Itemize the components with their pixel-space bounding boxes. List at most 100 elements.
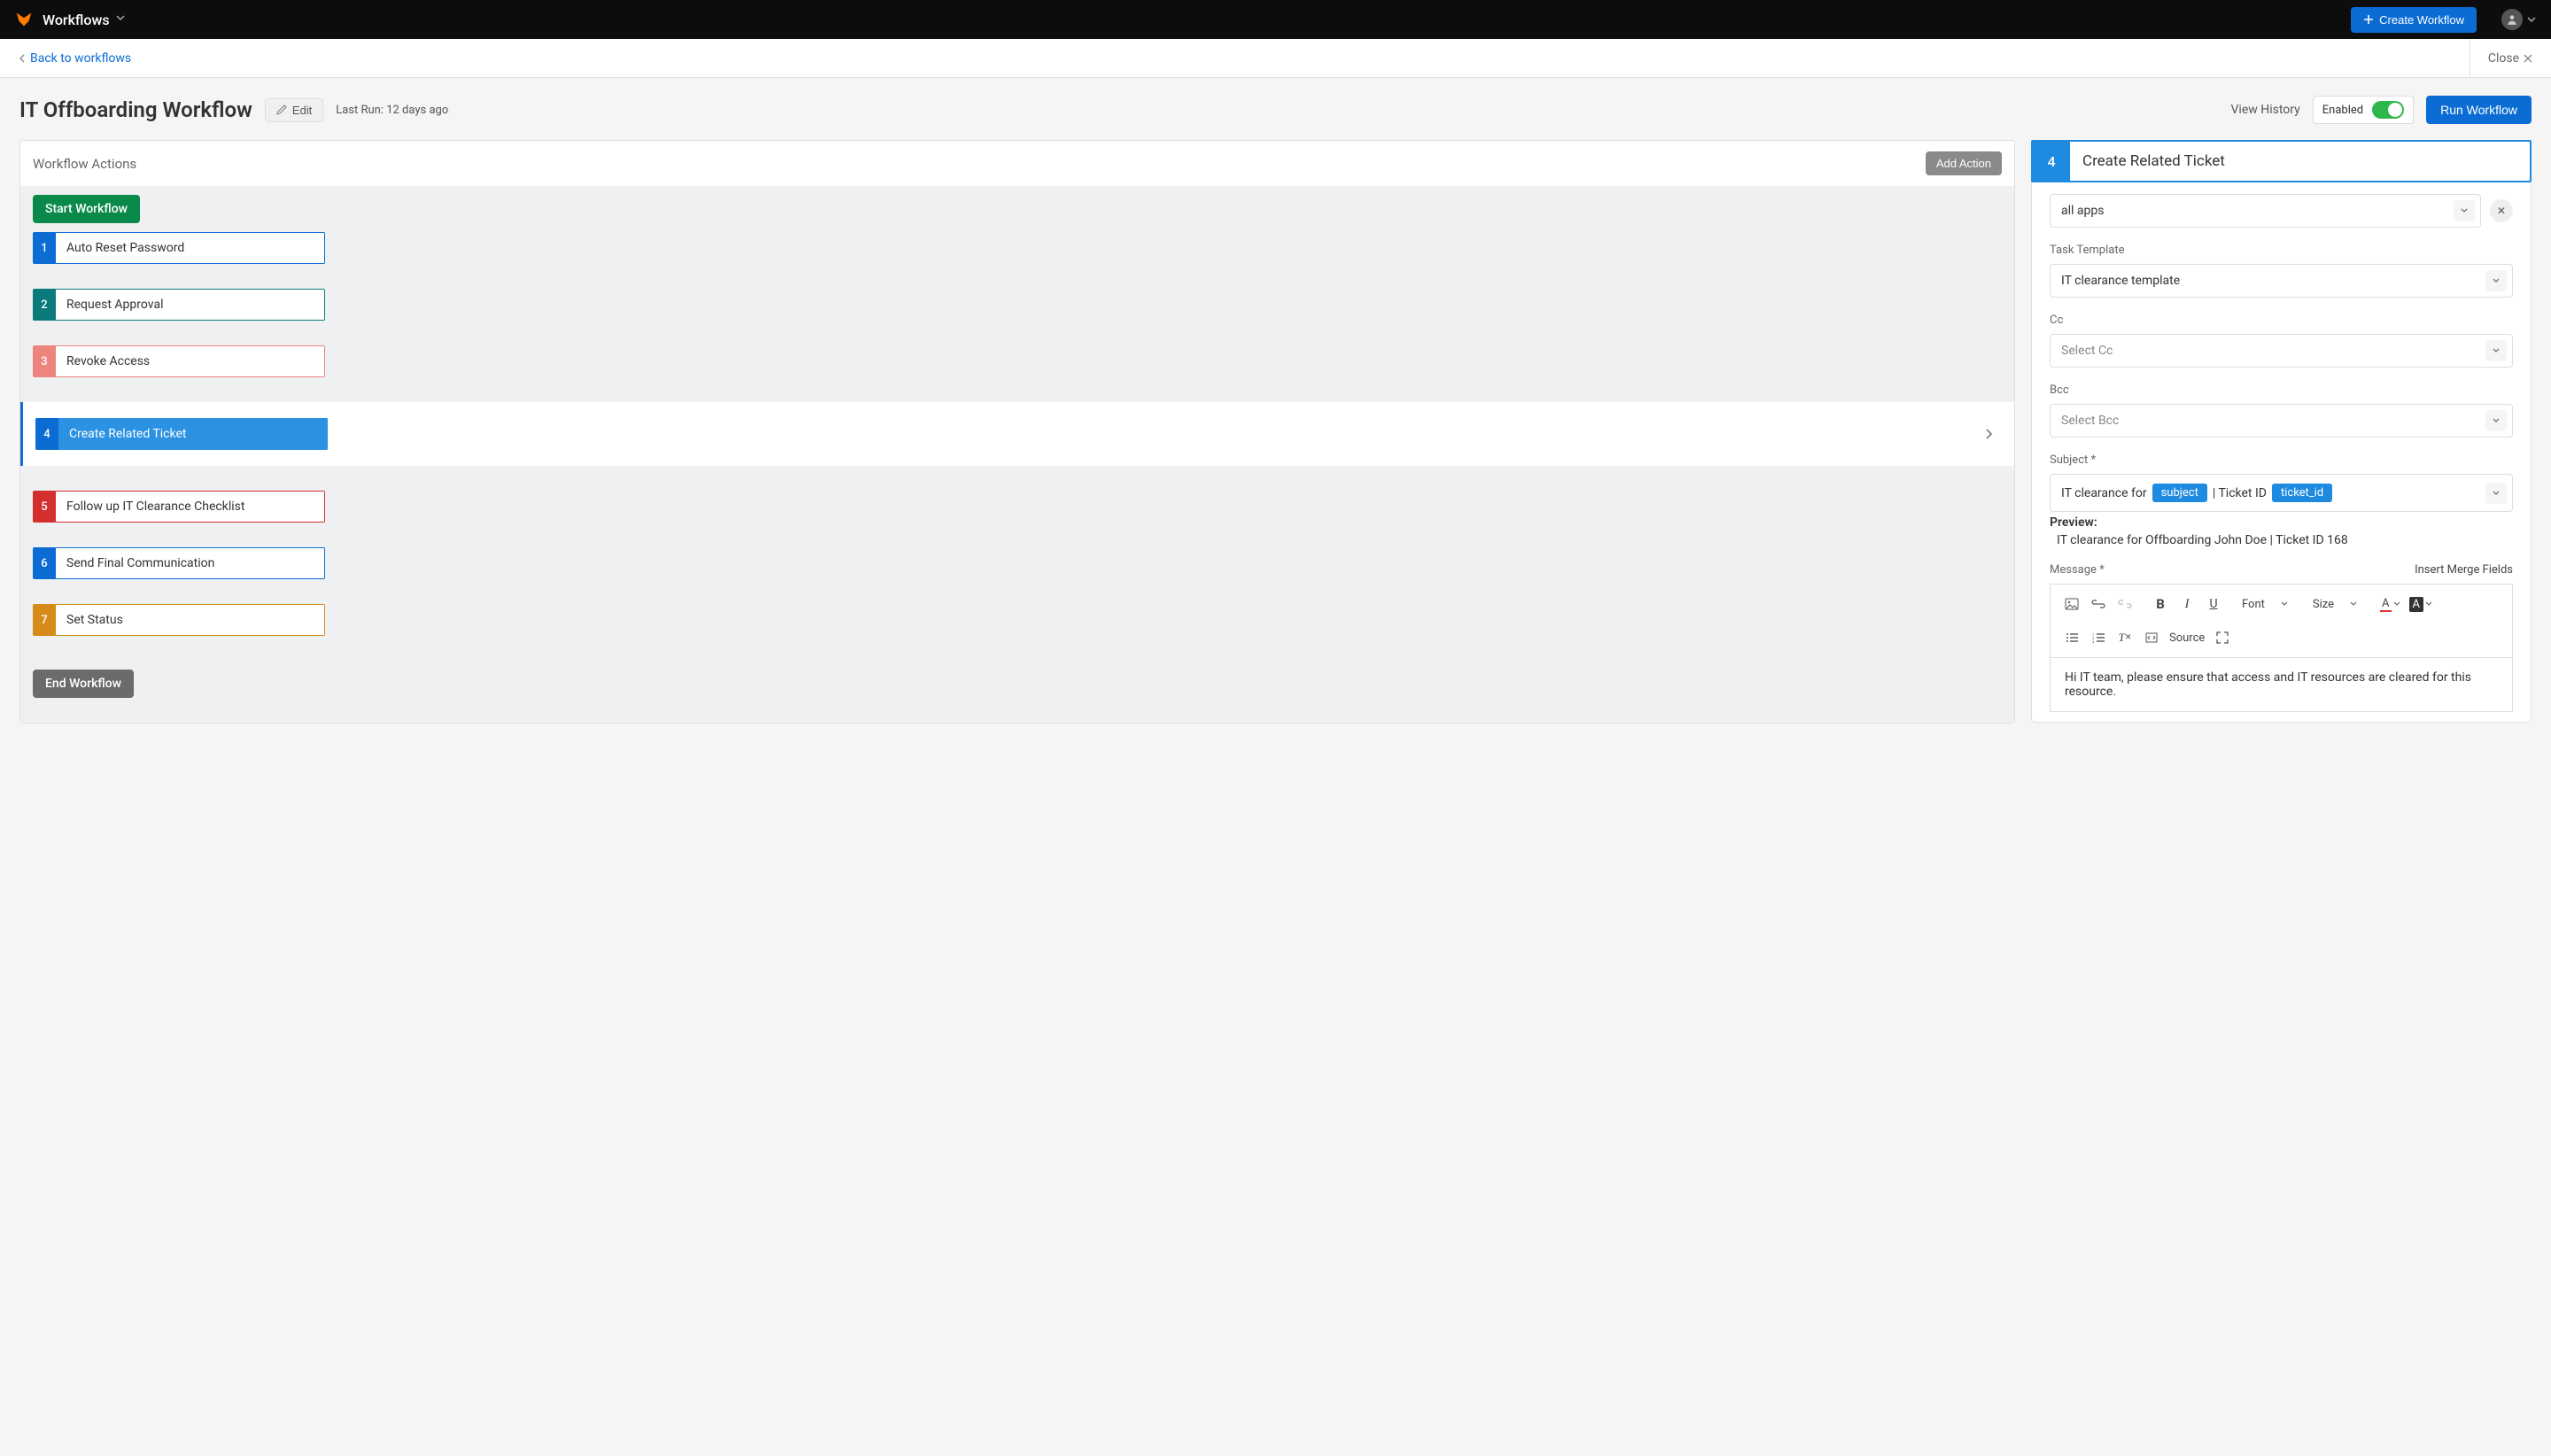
subject-text-mid: | Ticket ID — [2213, 486, 2267, 500]
page-title: IT Offboarding Workflow — [19, 97, 252, 122]
link-icon[interactable] — [2086, 592, 2111, 616]
task-template-select[interactable]: IT clearance template — [2050, 264, 2513, 298]
action-number: 2 — [33, 289, 56, 321]
subject-text-prefix: IT clearance for — [2061, 486, 2147, 500]
add-action-button[interactable]: Add Action — [1926, 151, 2002, 175]
subject-input[interactable]: IT clearance for subject | Ticket ID tic… — [2050, 474, 2513, 512]
workflow-actions-title: Workflow Actions — [33, 156, 136, 172]
chevron-down-icon — [2454, 200, 2475, 221]
cc-placeholder: Select Cc — [2061, 344, 2113, 358]
apps-select[interactable]: all apps — [2050, 194, 2481, 228]
close-button[interactable]: Close — [2470, 39, 2533, 77]
run-workflow-button[interactable]: Run Workflow — [2426, 96, 2532, 124]
end-workflow-node[interactable]: End Workflow — [33, 670, 134, 698]
message-editor[interactable]: Hi IT team, please ensure that access an… — [2050, 657, 2513, 712]
action-number: 7 — [33, 604, 56, 636]
action-label: Follow up IT Clearance Checklist — [56, 491, 325, 523]
cc-label: Cc — [2050, 314, 2513, 327]
action-number: 5 — [33, 491, 56, 523]
plus-icon — [2363, 14, 2374, 25]
action-node-5[interactable]: 5 Follow up IT Clearance Checklist — [33, 491, 325, 523]
underline-icon[interactable]: U — [2201, 592, 2226, 616]
subject-label: Subject * — [2050, 453, 2513, 467]
merge-chip-subject[interactable]: subject — [2152, 484, 2207, 502]
preview-label: Preview: — [2050, 515, 2513, 530]
task-template-label: Task Template — [2050, 244, 2513, 257]
message-body-text: Hi IT team, please ensure that access an… — [2065, 670, 2471, 699]
app-switcher-chevron-icon[interactable] — [115, 12, 126, 27]
enabled-toggle[interactable] — [2372, 101, 2404, 119]
action-node-4-selected[interactable]: 4 Create Related Ticket — [20, 402, 2014, 466]
back-label: Back to workflows — [30, 51, 131, 66]
action-number: 3 — [33, 345, 56, 377]
workflow-actions-panel: Workflow Actions Add Action Start Workfl… — [19, 140, 2015, 724]
cc-select[interactable]: Select Cc — [2050, 334, 2513, 368]
back-to-workflows-link[interactable]: Back to workflows — [18, 51, 131, 66]
create-workflow-button[interactable]: Create Workflow — [2351, 7, 2477, 33]
maximize-icon[interactable] — [2210, 625, 2235, 650]
last-run-text: Last Run: 12 days ago — [336, 104, 448, 117]
app-logo-icon — [14, 10, 34, 29]
chevron-down-icon — [2485, 483, 2507, 504]
action-node-3[interactable]: 3 Revoke Access — [33, 345, 325, 377]
action-node-7[interactable]: 7 Set Status — [33, 604, 325, 636]
close-icon — [2523, 53, 2533, 64]
size-caret-icon[interactable] — [2341, 592, 2366, 616]
close-label: Close — [2488, 51, 2519, 66]
view-history-link[interactable]: View History — [2231, 103, 2300, 117]
font-select[interactable]: Font — [2237, 592, 2270, 616]
message-label: Message * — [2050, 563, 2105, 577]
size-select[interactable]: Size — [2307, 592, 2339, 616]
merge-chip-ticket-id[interactable]: ticket_id — [2272, 484, 2332, 502]
text-color-icon[interactable]: A — [2377, 592, 2403, 616]
edit-button[interactable]: Edit — [265, 98, 323, 122]
unlink-icon[interactable] — [2113, 592, 2137, 616]
chevron-left-icon — [18, 53, 27, 64]
font-caret-icon[interactable] — [2272, 592, 2297, 616]
action-node-2[interactable]: 2 Request Approval — [33, 289, 325, 321]
action-label: Send Final Communication — [56, 547, 325, 579]
detail-action-title: Create Related Ticket — [2070, 142, 2530, 181]
app-switcher-title[interactable]: Workflows — [43, 12, 110, 28]
action-number: 1 — [33, 232, 56, 264]
image-icon[interactable] — [2059, 592, 2084, 616]
source-label[interactable]: Source — [2166, 625, 2208, 650]
action-node-6[interactable]: 6 Send Final Communication — [33, 547, 325, 579]
chevron-down-icon — [2526, 14, 2537, 25]
source-icon[interactable] — [2139, 625, 2164, 650]
bcc-label: Bcc — [2050, 383, 2513, 397]
remove-app-button[interactable]: ✕ — [2490, 199, 2513, 222]
action-number: 4 — [35, 418, 58, 450]
action-number: 6 — [33, 547, 56, 579]
bcc-placeholder: Select Bcc — [2061, 414, 2119, 428]
edit-label: Edit — [292, 104, 312, 117]
action-detail-panel: 4 Create Related Ticket all apps ✕ Task … — [2031, 140, 2532, 723]
bullet-list-icon[interactable] — [2059, 625, 2084, 650]
italic-icon[interactable]: I — [2175, 592, 2199, 616]
apps-select-value: all apps — [2061, 204, 2104, 218]
bold-icon[interactable]: B — [2148, 592, 2173, 616]
preview-text: IT clearance for Offboarding John Doe | … — [2057, 533, 2513, 547]
chevron-right-icon — [1984, 428, 1993, 440]
bg-color-icon[interactable]: A — [2406, 592, 2436, 616]
chevron-down-icon — [2485, 410, 2507, 431]
action-label: Auto Reset Password — [56, 232, 325, 264]
user-menu[interactable] — [2487, 9, 2537, 30]
breadcrumb-bar: Back to workflows Close — [0, 39, 2551, 78]
bcc-select[interactable]: Select Bcc — [2050, 404, 2513, 438]
action-label: Create Related Ticket — [58, 418, 328, 450]
action-node-1[interactable]: 1 Auto Reset Password — [33, 232, 325, 264]
numbered-list-icon[interactable]: 123 — [2086, 625, 2111, 650]
editor-toolbar: B I U Font Size A A 123 T✕ — [2050, 584, 2513, 657]
action-label: Revoke Access — [56, 345, 325, 377]
task-template-value: IT clearance template — [2061, 274, 2180, 288]
avatar-icon — [2501, 9, 2523, 30]
start-workflow-node[interactable]: Start Workflow — [33, 195, 140, 223]
insert-merge-fields-link[interactable]: Insert Merge Fields — [2415, 563, 2513, 577]
enabled-label: Enabled — [2322, 104, 2363, 117]
page-header: IT Offboarding Workflow Edit Last Run: 1… — [0, 78, 2551, 140]
chevron-down-icon — [2485, 270, 2507, 291]
action-label: Request Approval — [56, 289, 325, 321]
create-workflow-label: Create Workflow — [2379, 13, 2464, 27]
clear-format-icon[interactable]: T✕ — [2113, 625, 2137, 650]
